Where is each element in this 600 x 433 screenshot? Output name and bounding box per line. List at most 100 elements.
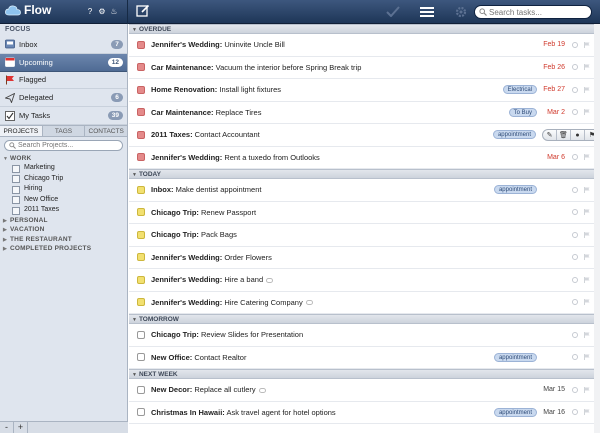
tab-contacts[interactable]: CONTACTS	[85, 126, 127, 136]
task-row[interactable]: 2011 Taxes: Contact Accountant appointmen…	[129, 124, 600, 147]
focus-item-flagged[interactable]: Flagged	[0, 72, 127, 90]
task-tag[interactable]: appointment	[493, 352, 537, 362]
task-text[interactable]: 2011 Taxes: Contact Accountant	[151, 130, 493, 139]
task-tag[interactable]: Electrical	[502, 85, 537, 95]
disclosure-open-icon[interactable]: ▼	[132, 27, 137, 33]
comment-icon[interactable]	[572, 299, 578, 306]
task-checkbox[interactable]	[137, 153, 145, 162]
scrollbar[interactable]	[594, 24, 600, 433]
section-header-tomorrow[interactable]: ▼ TOMORROW	[129, 314, 600, 324]
task-checkbox[interactable]	[137, 185, 145, 194]
task-text[interactable]: Jennifer's Wedding: Uninvite Uncle Bill	[151, 40, 543, 49]
task-row[interactable]: Jennifer's Wedding: Rent a tuxedo from O…	[129, 147, 600, 169]
task-checkbox[interactable]	[137, 108, 145, 117]
help-icon[interactable]: ?	[85, 6, 95, 17]
remove-project-button[interactable]: -	[0, 422, 14, 433]
comment-icon[interactable]	[572, 354, 578, 361]
project-item[interactable]: New Office	[0, 195, 127, 206]
task-checkbox[interactable]	[137, 63, 145, 72]
section-header-today[interactable]: ▼ TODAY	[129, 169, 600, 179]
task-text[interactable]: Jennifer's Wedding: Order Flowers	[151, 253, 543, 262]
project-search-input[interactable]	[18, 141, 108, 149]
task-text[interactable]: Inbox: Make dentist appointment	[151, 185, 494, 194]
task-text[interactable]: Home Renovation: Install light fixtures	[151, 85, 503, 94]
comment-icon[interactable]	[572, 209, 578, 216]
task-checkbox[interactable]	[137, 85, 145, 94]
task-text[interactable]: Chicago Trip: Pack Bags	[151, 230, 543, 239]
comment-icon[interactable]	[572, 254, 578, 261]
task-tag[interactable]: appointment	[493, 185, 537, 195]
task-checkbox[interactable]	[137, 253, 145, 262]
flag-icon[interactable]	[584, 186, 590, 193]
task-row[interactable]: Chicago Trip: Pack Bags	[129, 224, 600, 247]
comment-icon[interactable]	[572, 409, 578, 416]
task-row[interactable]: Jennifer's Wedding: Hire a band	[129, 269, 600, 292]
project-item[interactable]: Chicago Trip	[0, 174, 127, 185]
task-text[interactable]: New Decor: Replace all cutlery	[151, 385, 543, 394]
project-group-the-restaurant[interactable]: ▶ THE RESTAURANT	[0, 235, 127, 245]
task-row[interactable]: Chicago Trip: Review Slides for Presenta…	[129, 324, 600, 347]
gear-icon[interactable]: ⚙	[97, 6, 107, 17]
flag-icon[interactable]	[584, 386, 590, 393]
comment-icon[interactable]: ●	[571, 129, 585, 140]
section-header-overdue[interactable]: ▼ OVERDUE	[129, 24, 600, 34]
task-checkbox[interactable]	[137, 230, 145, 239]
flag-icon[interactable]	[584, 86, 590, 93]
tab-projects[interactable]: PROJECTS	[0, 125, 43, 136]
flag-icon[interactable]	[584, 409, 590, 416]
section-header-next-week[interactable]: ▼ NEXT WEEK	[129, 369, 600, 379]
comment-icon[interactable]	[572, 64, 578, 71]
disclosure-open-icon[interactable]: ▼	[132, 172, 137, 178]
task-text[interactable]: Jennifer's Wedding: Hire a band	[151, 275, 543, 284]
settings-icon[interactable]	[451, 3, 471, 20]
task-checkbox[interactable]	[137, 130, 145, 139]
task-text[interactable]: Car Maintenance: Replace Tires	[151, 108, 509, 117]
comment-icon[interactable]	[572, 186, 578, 193]
disclosure-open-icon[interactable]: ▼	[132, 317, 137, 323]
project-group-personal[interactable]: ▶ PERSONAL	[0, 216, 127, 226]
comment-icon[interactable]	[572, 41, 578, 48]
task-checkbox[interactable]	[137, 40, 145, 49]
flag-icon[interactable]	[584, 109, 590, 116]
comment-icon[interactable]	[572, 386, 578, 393]
task-checkbox[interactable]	[137, 275, 145, 284]
task-checkbox[interactable]	[137, 408, 145, 417]
project-item[interactable]: Hiring	[0, 184, 127, 195]
task-row[interactable]: Home Renovation: Install light fixtures E…	[129, 79, 600, 102]
trash-icon[interactable]: 🗑	[557, 129, 571, 140]
flag-icon[interactable]	[584, 276, 590, 283]
flag-icon[interactable]	[584, 331, 590, 338]
task-text[interactable]: Chicago Trip: Review Slides for Presenta…	[151, 330, 543, 339]
comment-icon[interactable]	[572, 276, 578, 283]
flag-icon[interactable]	[584, 154, 590, 161]
task-text[interactable]: Chicago Trip: Renew Passport	[151, 208, 543, 217]
project-item[interactable]: 2011 Taxes	[0, 205, 127, 216]
compose-icon[interactable]	[136, 4, 150, 18]
comment-icon[interactable]	[572, 86, 578, 93]
task-row[interactable]: Christmas In Hawaii: Ask travel agent fo…	[129, 402, 600, 424]
focus-item-delegated[interactable]: Delegated 6	[0, 89, 127, 108]
project-search[interactable]	[4, 139, 123, 151]
project-item[interactable]: Marketing	[0, 163, 127, 174]
task-row[interactable]: Jennifer's Wedding: Hire Catering Compan…	[129, 292, 600, 314]
disclosure-closed-icon[interactable]: ▶	[3, 245, 10, 255]
task-checkbox[interactable]	[137, 353, 145, 362]
comment-icon[interactable]	[572, 154, 578, 161]
task-checkbox[interactable]	[137, 385, 145, 394]
task-row[interactable]: Jennifer's Wedding: Order Flowers	[129, 247, 600, 269]
flag-icon[interactable]	[584, 209, 590, 216]
task-text[interactable]: Car Maintenance: Vacuum the interior bef…	[151, 63, 543, 72]
project-group-completed-projects[interactable]: ▶ COMPLETED PROJECTS	[0, 244, 127, 254]
focus-item-inbox[interactable]: Inbox 7	[0, 36, 127, 54]
task-tag[interactable]: appointment	[492, 130, 536, 140]
list-icon[interactable]	[417, 3, 437, 20]
task-checkbox[interactable]	[137, 298, 145, 307]
flag-icon[interactable]	[584, 354, 590, 361]
flag-icon[interactable]	[584, 64, 590, 71]
focus-item-my-tasks[interactable]: My Tasks 39	[0, 107, 127, 125]
task-text[interactable]: Jennifer's Wedding: Hire Catering Compan…	[151, 298, 543, 307]
checkmark-icon[interactable]	[383, 3, 403, 20]
focus-item-upcoming[interactable]: Upcoming 12	[0, 53, 127, 72]
comment-icon[interactable]	[572, 331, 578, 338]
flag-icon[interactable]	[584, 41, 590, 48]
